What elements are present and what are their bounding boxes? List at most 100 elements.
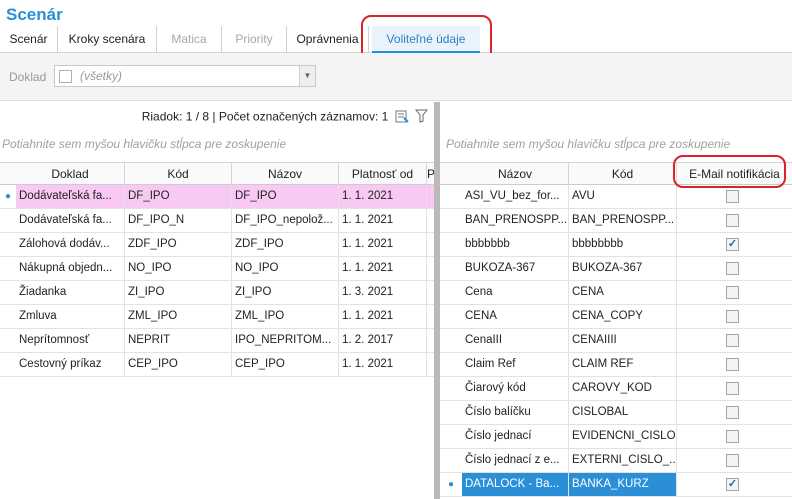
cell-doklad[interactable]: Neprítomnosť — [16, 329, 125, 352]
tab-kroky-scenara[interactable]: Kroky scenára — [58, 26, 157, 53]
cell-p[interactable] — [427, 257, 434, 280]
cell-platnost-od[interactable]: 1. 1. 2021 — [339, 233, 427, 256]
cell-nazov[interactable]: ZDF_IPO — [232, 233, 339, 256]
cell-platnost-od[interactable]: 1. 1. 2021 — [339, 185, 427, 208]
cell-p[interactable] — [427, 353, 434, 376]
cell-nazov[interactable]: Číslo jednací — [462, 425, 569, 448]
email-notification-checkbox[interactable] — [726, 214, 739, 227]
cell-nazov[interactable]: DATALOCK - Ba... — [462, 473, 569, 496]
email-notification-checkbox[interactable] — [726, 334, 739, 347]
export-icon[interactable] — [395, 109, 409, 126]
cell-platnost-od[interactable]: 1. 3. 2021 — [339, 281, 427, 304]
cell-kod[interactable]: CLAIM REF — [569, 353, 677, 376]
cell-kod[interactable]: BUKOZA-367 — [569, 257, 677, 280]
tab-scenar[interactable]: Scenár — [0, 26, 58, 53]
email-notification-checkbox[interactable] — [726, 358, 739, 371]
cell-kod[interactable]: EVIDENCNI_CISLO — [569, 425, 677, 448]
cell-nazov[interactable]: BAN_PRENOSPP... — [462, 209, 569, 232]
right-table-row[interactable]: BAN_PRENOSPP... BAN_PRENOSPP... — [440, 209, 792, 233]
right-table-row[interactable]: BUKOZA-367 BUKOZA-367 — [440, 257, 792, 281]
email-notification-checkbox[interactable]: ✓ — [726, 478, 739, 491]
col-kod-header-right[interactable]: Kód — [569, 163, 677, 185]
cell-kod[interactable]: ZML_IPO — [125, 305, 232, 328]
cell-platnost-od[interactable]: 1. 1. 2021 — [339, 353, 427, 376]
left-table-row[interactable]: ● Dodávateľská fa... DF_IPO DF_IPO 1. 1. 202… — [0, 185, 434, 209]
col-nazov-header-right[interactable]: Názov — [462, 163, 569, 185]
cell-doklad[interactable]: Zmluva — [16, 305, 125, 328]
email-notification-checkbox[interactable]: ✓ — [726, 238, 739, 251]
tab-opravnenia[interactable]: Oprávnenia — [287, 26, 369, 53]
doklad-filter-select[interactable]: (všetky) ▼ — [54, 65, 316, 87]
email-notification-checkbox[interactable] — [726, 262, 739, 275]
cell-doklad[interactable]: Dodávateľská fa... — [16, 185, 125, 208]
cell-nazov[interactable]: ASI_VU_bez_for... — [462, 185, 569, 208]
col-platnost-header[interactable]: Platnosť od — [339, 163, 427, 185]
cell-kod[interactable]: CAROVY_KOD — [569, 377, 677, 400]
cell-kod[interactable]: DF_IPO_N — [125, 209, 232, 232]
left-table-row[interactable]: Nákupná objedn... NO_IPO NO_IPO 1. 1. 2021 — [0, 257, 434, 281]
left-table-row[interactable]: Žiadanka ZI_IPO ZI_IPO 1. 3. 2021 — [0, 281, 434, 305]
cell-nazov[interactable]: CEP_IPO — [232, 353, 339, 376]
cell-kod[interactable]: CENA — [569, 281, 677, 304]
cell-kod[interactable]: bbbbbbbb — [569, 233, 677, 256]
col-p-header[interactable]: P — [427, 163, 434, 185]
cell-nazov[interactable]: DF_IPO_nepolož... — [232, 209, 339, 232]
left-table-row[interactable]: Zmluva ZML_IPO ZML_IPO 1. 1. 2021 — [0, 305, 434, 329]
email-notification-checkbox[interactable] — [726, 382, 739, 395]
cell-nazov[interactable]: ZML_IPO — [232, 305, 339, 328]
cell-nazov[interactable]: Claim Ref — [462, 353, 569, 376]
right-table-row[interactable]: Číslo balíčku CISLOBAL — [440, 401, 792, 425]
cell-kod[interactable]: NEPRIT — [125, 329, 232, 352]
cell-platnost-od[interactable]: 1. 1. 2021 — [339, 209, 427, 232]
right-table-row[interactable]: Číslo jednací EVIDENCNI_CISLO — [440, 425, 792, 449]
cell-nazov[interactable]: CENA — [462, 305, 569, 328]
cell-p[interactable] — [427, 329, 434, 352]
left-table-row[interactable]: Dodávateľská fa... DF_IPO_N DF_IPO_nepolož… — [0, 209, 434, 233]
email-notification-checkbox[interactable] — [726, 430, 739, 443]
cell-kod[interactable]: ZDF_IPO — [125, 233, 232, 256]
chevron-down-icon[interactable]: ▼ — [299, 66, 315, 86]
cell-kod[interactable]: CEP_IPO — [125, 353, 232, 376]
left-table-row[interactable]: Neprítomnosť NEPRIT IPO_NEPRITOM... 1. 2. 2… — [0, 329, 434, 353]
cell-p[interactable] — [427, 305, 434, 328]
cell-nazov[interactable]: Číslo jednací z e... — [462, 449, 569, 472]
cell-nazov[interactable]: bbbbbbb — [462, 233, 569, 256]
cell-nazov[interactable]: IPO_NEPRITOM... — [232, 329, 339, 352]
right-table-row[interactable]: Číslo jednací z e... EXTERNI_CISLO_... — [440, 449, 792, 473]
cell-kod[interactable]: BANKA_KURZ — [569, 473, 677, 496]
cell-nazov[interactable]: DF_IPO — [232, 185, 339, 208]
cell-kod[interactable]: CENA_COPY — [569, 305, 677, 328]
left-table-row[interactable]: Zálohová dodáv... ZDF_IPO ZDF_IPO 1. 1. 202… — [0, 233, 434, 257]
right-table-row[interactable]: ASI_VU_bez_for... AVU — [440, 185, 792, 209]
col-doklad-header[interactable]: Doklad — [16, 163, 125, 185]
tab-priority[interactable]: Priority — [222, 26, 287, 53]
cell-nazov[interactable]: ZI_IPO — [232, 281, 339, 304]
cell-doklad[interactable]: Zálohová dodáv... — [16, 233, 125, 256]
cell-nazov[interactable]: BUKOZA-367 — [462, 257, 569, 280]
cell-p[interactable] — [427, 209, 434, 232]
right-table-row[interactable]: CenaIII CENAIIII — [440, 329, 792, 353]
right-table-row[interactable]: Cena CENA — [440, 281, 792, 305]
left-table-row[interactable]: Cestovný príkaz CEP_IPO CEP_IPO 1. 1. 2021 — [0, 353, 434, 377]
cell-doklad[interactable]: Dodávateľská fa... — [16, 209, 125, 232]
cell-platnost-od[interactable]: 1. 1. 2021 — [339, 305, 427, 328]
cell-kod[interactable]: AVU — [569, 185, 677, 208]
doklad-filter-checkbox[interactable] — [59, 70, 72, 83]
filter-icon[interactable] — [414, 109, 429, 126]
email-notification-checkbox[interactable] — [726, 406, 739, 419]
cell-nazov[interactable]: CenaIII — [462, 329, 569, 352]
col-nazov-header[interactable]: Názov — [232, 163, 339, 185]
cell-kod[interactable]: BAN_PRENOSPP... — [569, 209, 677, 232]
cell-kod[interactable]: ZI_IPO — [125, 281, 232, 304]
email-notification-checkbox[interactable] — [726, 190, 739, 203]
email-notification-checkbox[interactable] — [726, 454, 739, 467]
right-table-row[interactable]: Claim Ref CLAIM REF — [440, 353, 792, 377]
cell-nazov[interactable]: NO_IPO — [232, 257, 339, 280]
cell-kod[interactable]: DF_IPO — [125, 185, 232, 208]
cell-platnost-od[interactable]: 1. 2. 2017 — [339, 329, 427, 352]
cell-kod[interactable]: CENAIIII — [569, 329, 677, 352]
cell-kod[interactable]: EXTERNI_CISLO_... — [569, 449, 677, 472]
cell-platnost-od[interactable]: 1. 1. 2021 — [339, 257, 427, 280]
right-table-row[interactable]: ● DATALOCK - Ba... BANKA_KURZ ✓ — [440, 473, 792, 497]
cell-doklad[interactable]: Žiadanka — [16, 281, 125, 304]
